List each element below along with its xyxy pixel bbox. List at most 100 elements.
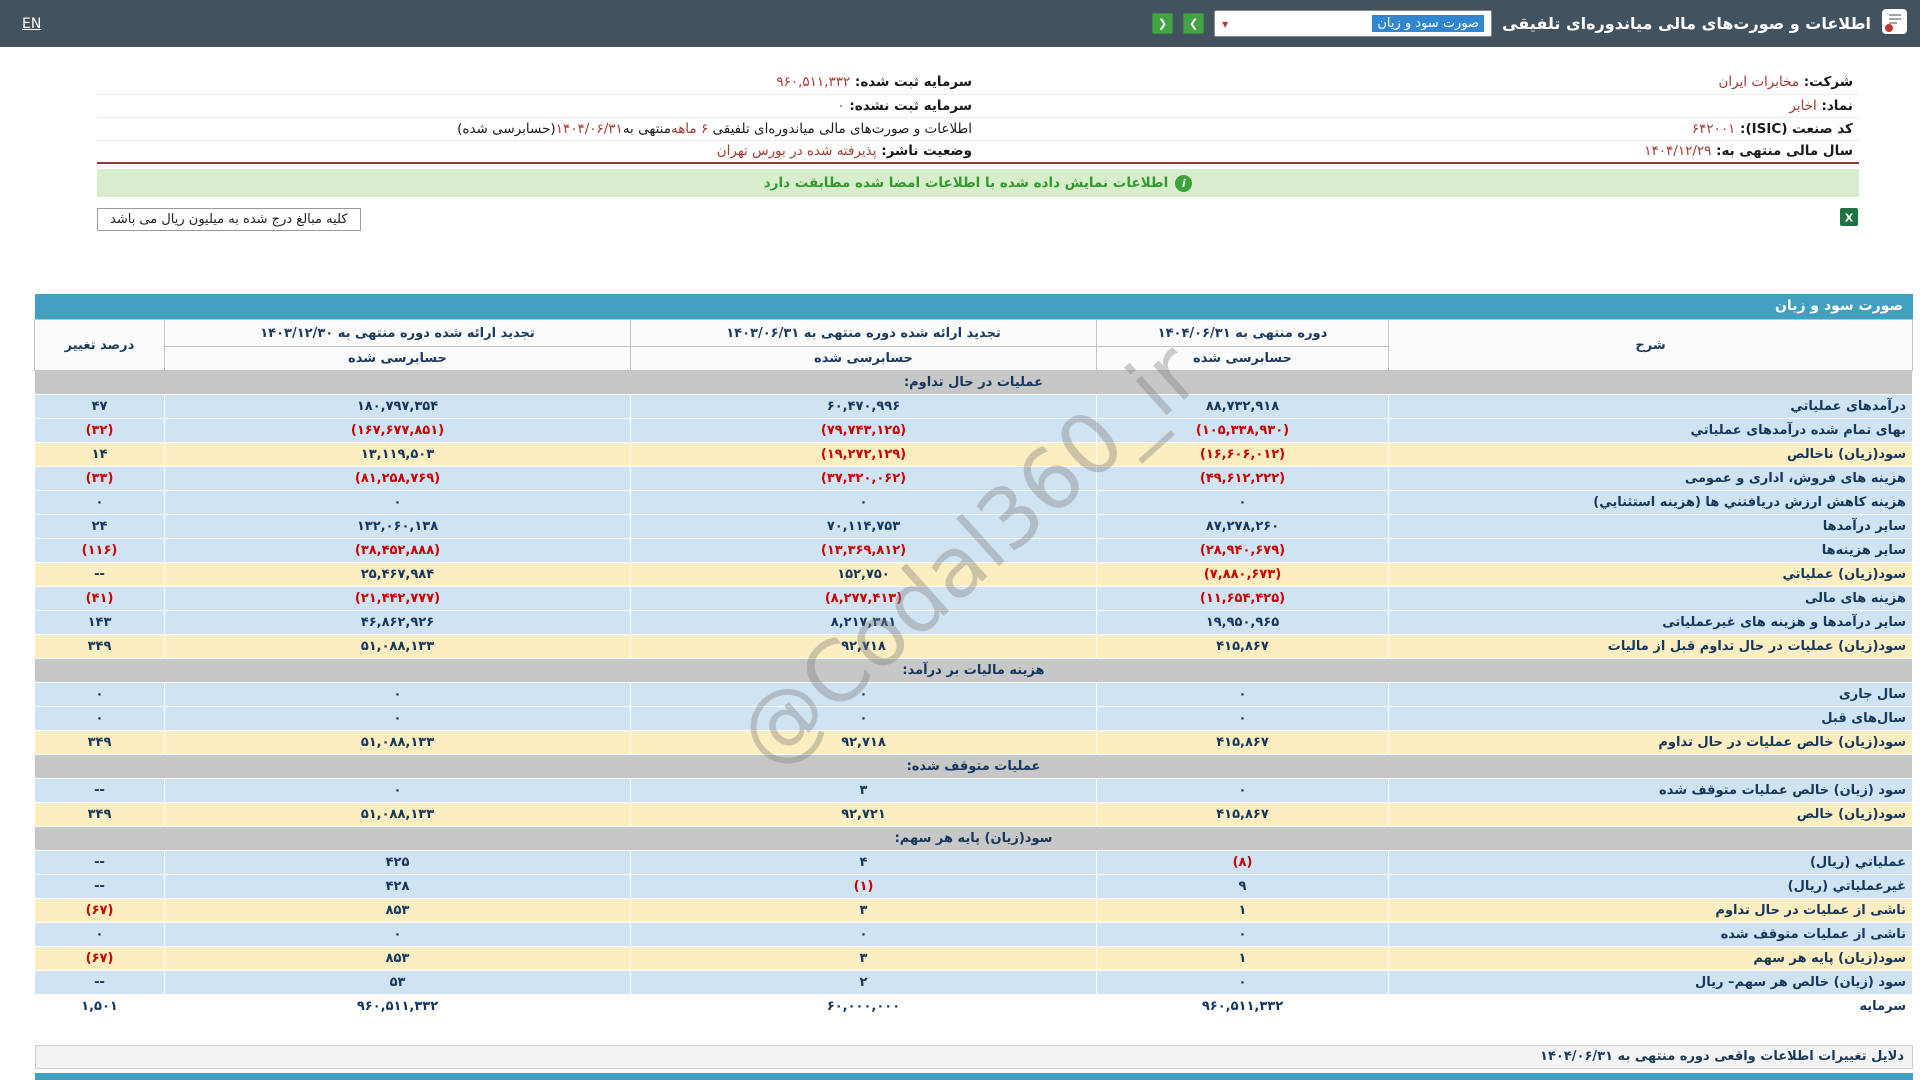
row-description-cell: هزینه های مالی <box>1389 587 1913 611</box>
row-value-cell: ۹۲,۷۱۸ <box>631 635 1097 659</box>
row-description-cell: سود (زیان) خالص هر سهم– ریال <box>1389 971 1913 995</box>
signed-info-text: اطلاعات نمایش داده شده با اطلاعات امضا ش… <box>764 175 1169 191</box>
col-header-description: شرح <box>1389 320 1913 371</box>
row-description-cell: سود(زیان) عملیاتي <box>1389 563 1913 587</box>
nav-forward-button[interactable]: ❯ <box>1183 13 1204 34</box>
company-info-cell: اطلاعات و صورت‌های مالی میاندوره‌ای تلفی… <box>97 117 978 140</box>
col-header-period-prior: تجدید ارائه شده دوره منتهی به ۱۴۰۳/۰۶/۳۱ <box>631 320 1097 347</box>
income-statement-table: شرح دوره منتهی به ۱۴۰۴/۰۶/۳۱ تجدید ارائه… <box>34 319 1913 1019</box>
row-value-cell: ۴۱۵,۸۶۷ <box>1097 731 1389 755</box>
row-description-cell: سود(زیان) پایه هر سهم <box>1389 947 1913 971</box>
row-value-cell: ۱,۵۰۱ <box>35 995 165 1019</box>
excel-export-icon[interactable]: X <box>1839 207 1859 231</box>
row-value-cell: ۱ <box>1097 947 1389 971</box>
row-description-cell: سود (زیان) خالص عملیات متوقف شده <box>1389 779 1913 803</box>
row-value-cell: (۸۱,۲۵۸,۷۶۹) <box>165 467 631 491</box>
statement-data-row: سال‌های قبل۰۰۰۰ <box>35 707 1913 731</box>
row-value-cell: ۷۰,۱۱۴,۷۵۳ <box>631 515 1097 539</box>
row-value-cell: -- <box>35 563 165 587</box>
app-logo-icon[interactable] <box>1881 8 1908 39</box>
section-title-cell: عملیات متوقف شده: <box>35 755 1913 779</box>
report-type-selected-value: صورت سود و زیان <box>1372 15 1484 32</box>
row-value-cell: (۲۸,۹۴۰,۶۷۹) <box>1097 539 1389 563</box>
statement-data-row: سال جاری۰۰۰۰ <box>35 683 1913 707</box>
svg-text:X: X <box>1845 212 1854 225</box>
col-header-change-percent: درصد تغییر <box>35 320 165 371</box>
row-value-cell: (۳۳) <box>35 467 165 491</box>
row-value-cell: ۰ <box>35 491 165 515</box>
row-value-cell: ۲۵,۴۶۷,۹۸۴ <box>165 563 631 587</box>
row-value-cell: ۳ <box>631 779 1097 803</box>
row-description-cell: هزینه کاهش ارزش دریافتني ها (هزینه استثن… <box>1389 491 1913 515</box>
row-value-cell: ۲۴ <box>35 515 165 539</box>
row-value-cell: ۴۶,۸۶۲,۹۲۶ <box>165 611 631 635</box>
nav-back-button[interactable]: ❮ <box>1152 13 1173 34</box>
info-icon: i <box>1175 175 1192 192</box>
row-description-cell: سال‌های قبل <box>1389 707 1913 731</box>
row-value-cell: (۱۰۵,۳۳۸,۹۳۰) <box>1097 419 1389 443</box>
row-value-cell: ۱۳,۱۱۹,۵۰۳ <box>165 443 631 467</box>
chevron-down-icon: ▾ <box>1222 17 1228 31</box>
section-title-cell: سود(زیان) پایه هر سهم: <box>35 827 1913 851</box>
row-value-cell: (۴۹,۶۱۲,۲۲۲) <box>1097 467 1389 491</box>
statement-data-row: سود(زیان) پایه هر سهم۱۳۸۵۳(۶۷) <box>35 947 1913 971</box>
row-value-cell: ۴ <box>631 851 1097 875</box>
row-value-cell: ۹ <box>1097 875 1389 899</box>
row-value-cell: -- <box>35 779 165 803</box>
row-value-cell: ۰ <box>1097 707 1389 731</box>
row-value-cell: ۳ <box>631 947 1097 971</box>
company-info-cell: سال مالی منتهی به: ۱۴۰۴/۱۲/۲۹ <box>978 140 1859 163</box>
row-description-cell: درآمدهای عملیاتي <box>1389 395 1913 419</box>
statement-data-row: سایر درآمدها۸۷,۲۷۸,۲۶۰۷۰,۱۱۴,۷۵۳۱۳۲,۰۶۰,… <box>35 515 1913 539</box>
row-value-cell: ۴۲۵ <box>165 851 631 875</box>
row-value-cell: ۴۱۵,۸۶۷ <box>1097 635 1389 659</box>
statement-title-bar: صورت سود و زیان <box>35 294 1913 319</box>
row-value-cell: ۰ <box>1097 779 1389 803</box>
row-value-cell: (۴۱) <box>35 587 165 611</box>
row-value-cell: ۵۳ <box>165 971 631 995</box>
row-description-cell: سود(زیان) خالص <box>1389 803 1913 827</box>
row-value-cell: ۹۶۰,۵۱۱,۳۳۲ <box>1097 995 1389 1019</box>
row-value-cell: ۱۹,۹۵۰,۹۶۵ <box>1097 611 1389 635</box>
row-description-cell: غیرعملیاتي (ریال) <box>1389 875 1913 899</box>
statement-data-row: سود(زیان) عملیاتي(۷,۸۸۰,۶۷۳)۱۵۲,۷۵۰۲۵,۴۶… <box>35 563 1913 587</box>
change-reasons-header: دلایل تغییرات اطلاعات واقعی دوره منتهی ب… <box>35 1045 1913 1069</box>
statement-data-row: هزینه کاهش ارزش دریافتني ها (هزینه استثن… <box>35 491 1913 515</box>
row-value-cell: ۰ <box>631 707 1097 731</box>
row-description-cell: هزینه های فروش، اداری و عمومی <box>1389 467 1913 491</box>
row-value-cell: (۱۹,۲۷۲,۱۲۹) <box>631 443 1097 467</box>
row-value-cell: (۱۱۶) <box>35 539 165 563</box>
statement-data-row: سایر درآمدها و هزینه های غیرعملیاتی۱۹,۹۵… <box>35 611 1913 635</box>
row-value-cell: ۲ <box>631 971 1097 995</box>
row-value-cell: ۰ <box>631 923 1097 947</box>
report-type-select[interactable]: صورت سود و زیان ▾ <box>1214 10 1492 37</box>
statement-section-row: عملیات در حال تداوم: <box>35 371 1913 395</box>
row-description-cell: سایر هزینه‌ها <box>1389 539 1913 563</box>
row-value-cell: (۱۶۷,۶۷۷,۸۵۱) <box>165 419 631 443</box>
row-value-cell: (۱۳,۳۶۹,۸۱۲) <box>631 539 1097 563</box>
language-toggle-link[interactable]: EN <box>22 16 41 32</box>
currency-unit-note: کلیه مبالغ درج شده به میلیون ریال می باش… <box>97 208 361 231</box>
row-description-cell: سود(زیان) خالص عملیات در حال تداوم <box>1389 731 1913 755</box>
row-value-cell: -- <box>35 851 165 875</box>
company-info-cell: شرکت: مخابرات ایران <box>978 71 1859 94</box>
top-header-bar: اطلاعات و صورت‌های مالی میاندوره‌ای تلفی… <box>0 0 1920 47</box>
row-value-cell: ۰ <box>165 491 631 515</box>
company-info-row: نماد: اخابرسرمایه ثبت نشده: ۰ <box>97 94 1859 117</box>
row-value-cell: ۱ <box>1097 899 1389 923</box>
row-value-cell: ۴۲۸ <box>165 875 631 899</box>
statement-data-row: سود(زیان) خالص۴۱۵,۸۶۷۹۲,۷۲۱۵۱,۰۸۸,۱۳۳۳۴۹ <box>35 803 1913 827</box>
row-value-cell: ۰ <box>165 779 631 803</box>
income-statement-section: صورت سود و زیان شرح دوره منتهی به ۱۴۰۴/۰… <box>35 294 1913 1019</box>
row-value-cell: ۸۵۳ <box>165 899 631 923</box>
row-value-cell: ۹۲,۷۱۸ <box>631 731 1097 755</box>
company-info-cell: وضعیت ناشر: پذیرفته شده در بورس تهران <box>97 140 978 163</box>
row-value-cell: -- <box>35 971 165 995</box>
statement-data-row: سایر هزینه‌ها(۲۸,۹۴۰,۶۷۹)(۱۳,۳۶۹,۸۱۲)(۳۸… <box>35 539 1913 563</box>
row-value-cell: ۰ <box>1097 491 1389 515</box>
row-value-cell: (۳۲) <box>35 419 165 443</box>
row-value-cell: ۵۱,۰۸۸,۱۳۳ <box>165 731 631 755</box>
statement-data-row: سرمایه۹۶۰,۵۱۱,۳۳۲۶۰,۰۰۰,۰۰۰۹۶۰,۵۱۱,۳۳۲۱,… <box>35 995 1913 1019</box>
section-title-cell: هزینه مالیات بر درآمد: <box>35 659 1913 683</box>
company-info-cell: نماد: اخابر <box>978 94 1859 117</box>
